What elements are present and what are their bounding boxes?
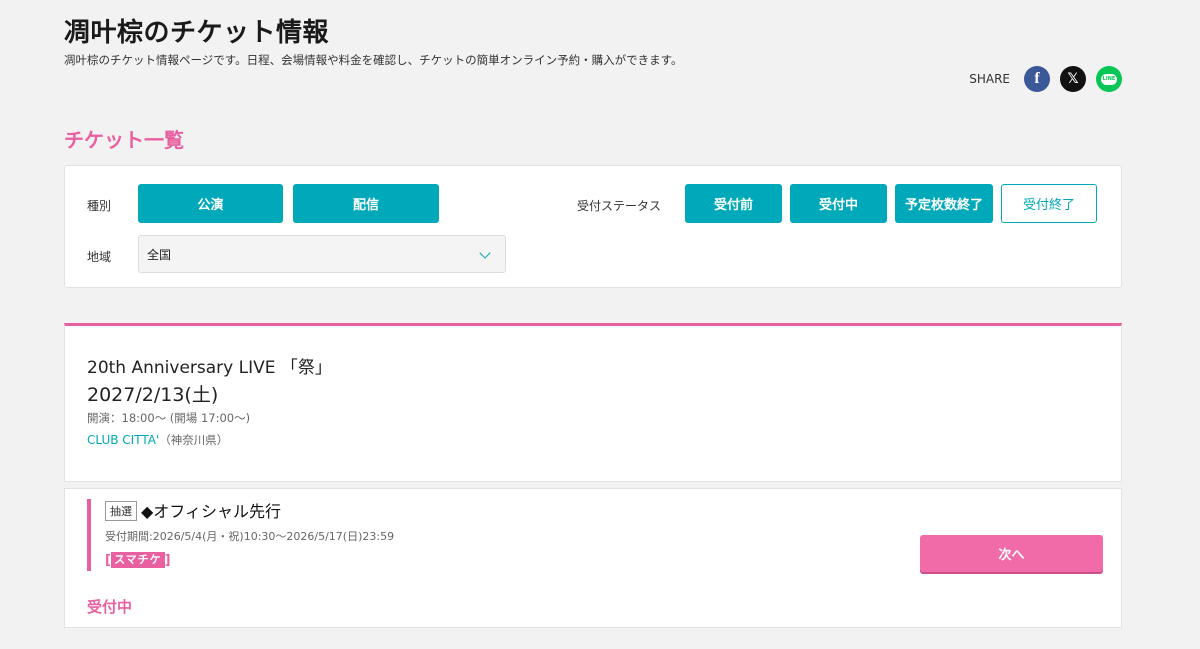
sumachike-logo: [スマチケ] (105, 552, 171, 568)
venue-prefecture: （神奈川県） (159, 433, 229, 447)
region-select[interactable]: 全国 (138, 235, 506, 273)
event-time: 開演：18:00～ (開場 17:00～) (87, 411, 251, 425)
x-glyph: 𝕏 (1067, 71, 1079, 87)
ticket-status: 受付中 (87, 598, 133, 616)
facebook-glyph: f (1034, 70, 1040, 87)
ticket-list-title: チケット一覧 (64, 128, 184, 152)
event-title: 20th Anniversary LIVE 「祭」 (87, 358, 332, 378)
event-card: 20th Anniversary LIVE 「祭」 2027/2/13(土) 開… (64, 323, 1122, 482)
event-venue: CLUB CITTA'（神奈川県） (87, 432, 228, 448)
status-filter-before-button[interactable]: 受付前 (685, 184, 782, 223)
region-select-value: 全国 (147, 247, 172, 262)
page-description: 凋叶棕のチケット情報ページです。日程、会場情報や料金を確認し、チケットの簡単オン… (64, 53, 683, 67)
page-title: 凋叶棕のチケット情報 (64, 18, 330, 48)
lottery-badge: 抽選 (105, 501, 137, 521)
next-button[interactable]: 次へ (920, 535, 1103, 572)
filter-panel: 種別 公演 配信 受付ステータス 受付前 受付中 予定枚数終了 受付終了 地域 … (64, 165, 1122, 288)
venue-link[interactable]: CLUB CITTA' (87, 433, 159, 447)
status-filter-open-button[interactable]: 受付中 (790, 184, 887, 223)
chevron-down-icon (479, 247, 491, 259)
event-date: 2027/2/13(土) (87, 384, 219, 406)
status-filter-label: 受付ステータス (577, 199, 662, 213)
region-filter-label: 地域 (87, 250, 112, 264)
status-filter-closed-button[interactable]: 受付終了 (1001, 184, 1097, 223)
ticket-period: 受付期間:2026/5/4(月・祝)10:30～2026/5/17(日)23:5… (105, 530, 395, 543)
ticket-card: 抽選 ◆オフィシャル先行 受付期間:2026/5/4(月・祝)10:30～202… (64, 488, 1122, 628)
type-filter-streaming-button[interactable]: 配信 (293, 184, 439, 223)
ticket-name: ◆オフィシャル先行 (141, 502, 281, 521)
share-label: SHARE (969, 72, 1010, 86)
sumachike-logo-text: スマチケ (110, 552, 165, 568)
type-filter-label: 種別 (87, 199, 112, 213)
x-twitter-icon[interactable]: 𝕏 (1060, 66, 1086, 92)
line-glyph: LINE (1101, 73, 1117, 85)
line-icon[interactable]: LINE (1096, 66, 1122, 92)
status-filter-soldout-button[interactable]: 予定枚数終了 (895, 184, 993, 223)
ticket-accent-bar (87, 499, 91, 571)
type-filter-performance-button[interactable]: 公演 (138, 184, 283, 223)
facebook-icon[interactable]: f (1024, 66, 1050, 92)
share-bar: SHARE f 𝕏 LINE (969, 66, 1122, 92)
